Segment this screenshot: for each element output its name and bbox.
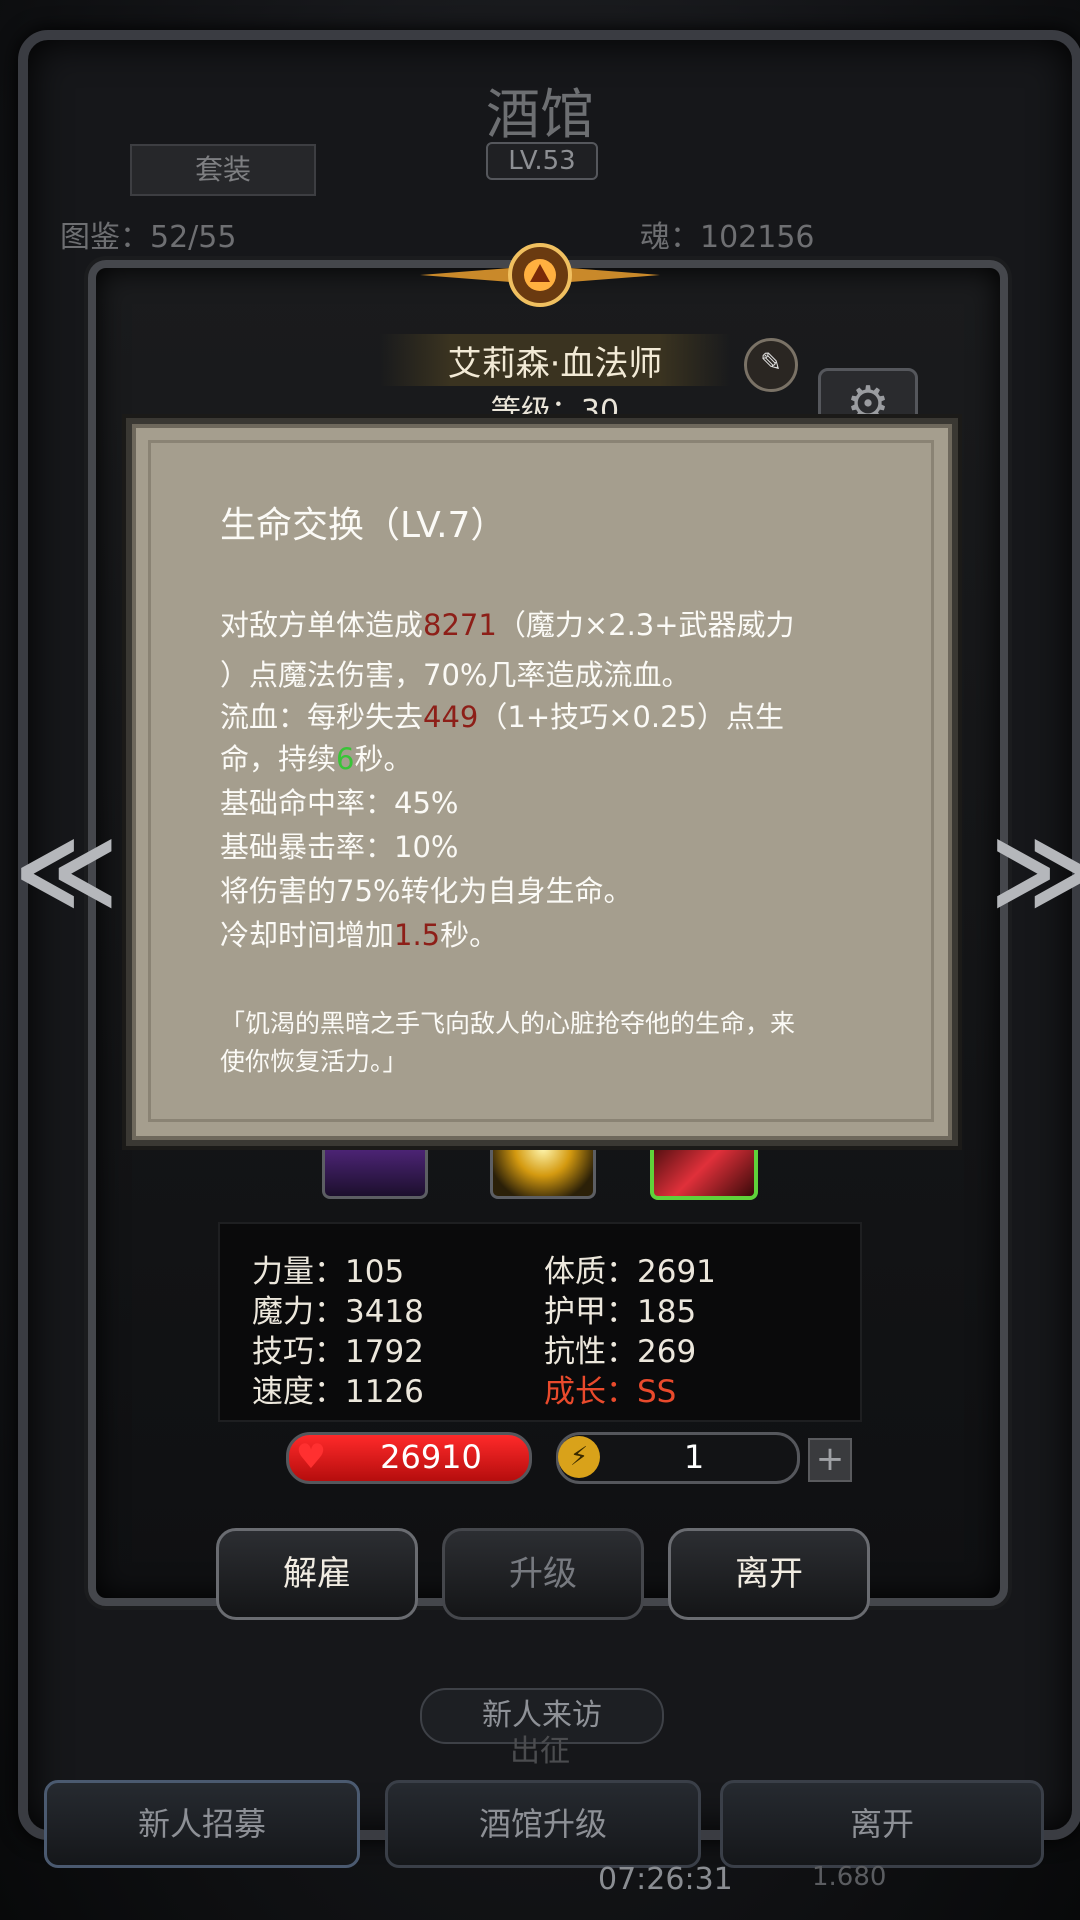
bleed-value: 449	[423, 700, 479, 734]
pencil-icon[interactable]: ✎	[744, 338, 798, 392]
skill-slot-2-icon[interactable]	[490, 1136, 596, 1199]
crest-emblem-icon	[420, 243, 660, 307]
heart-icon: ♥	[295, 1437, 327, 1477]
add-energy-button[interactable]: +	[808, 1438, 852, 1482]
skill-desc-text: 秒。	[354, 742, 413, 776]
stat-constitution: 体质：2691	[544, 1254, 716, 1290]
soul-count: 魂：102156	[640, 220, 815, 255]
lightning-icon: ⚡	[558, 1436, 600, 1478]
hp-value: 26910	[380, 1438, 482, 1476]
skill-desc-text: 秒。	[440, 918, 499, 952]
previous-hero-arrow-icon[interactable]: ≪	[14, 812, 119, 929]
secondary-counter: 1.680	[812, 1862, 887, 1892]
skill-desc-line-6: 基础暴击率：10%	[220, 830, 459, 864]
collection-count: 图鉴：52/55	[60, 220, 237, 255]
duration-value: 6	[336, 742, 355, 776]
set-tab[interactable]: 套装	[130, 144, 316, 196]
stat-armor: 护甲：185	[544, 1294, 697, 1330]
skill-desc-text: 命，持续	[220, 742, 337, 776]
stat-growth: 成长：SS	[544, 1374, 677, 1410]
skill-desc-line-8: 冷却时间增加1.5秒。	[220, 912, 498, 954]
tavern-leave-button[interactable]: 离开	[720, 1780, 1044, 1868]
skill-desc-line-1: 对敌方单体造成8271（魔力×2.3+武器威力	[220, 602, 795, 644]
skill-title: 生命交换（LV.7）	[220, 505, 507, 546]
expedition-label: 出征	[510, 1734, 570, 1769]
recruit-button[interactable]: 新人招募	[44, 1780, 360, 1868]
skill-desc-text: 对敌方单体造成	[220, 608, 424, 642]
leave-button[interactable]: 离开	[668, 1528, 870, 1620]
dismiss-button[interactable]: 解雇	[216, 1528, 418, 1620]
skill-desc-line-7: 将伤害的75%转化为自身生命。	[220, 874, 633, 908]
skill-flavor-line-1: 「饥渴的黑暗之手飞向敌人的心脏抢夺他的生命，来	[220, 1009, 796, 1038]
stat-speed: 速度：1126	[252, 1374, 424, 1410]
skill-desc-line-4: 命，持续6秒。	[220, 736, 412, 778]
next-hero-arrow-icon[interactable]: ≫	[990, 812, 1080, 929]
skill-flavor-line-2: 使你恢复活力。」	[220, 1047, 408, 1076]
tavern-upgrade-button[interactable]: 酒馆升级	[385, 1780, 701, 1868]
skill-desc-line-2: ）点魔法伤害，70%几率造成流血。	[220, 658, 691, 692]
stat-skill: 技巧：1792	[252, 1334, 424, 1370]
level-up-button[interactable]: 升级	[442, 1528, 644, 1620]
damage-value: 8271	[423, 608, 497, 642]
skill-slot-3-icon-selected[interactable]	[650, 1136, 758, 1200]
stat-strength: 力量：105	[252, 1254, 405, 1290]
tavern-level-badge: LV.53	[486, 142, 598, 180]
skill-desc-text: 流血：每秒失去	[220, 700, 424, 734]
stat-magic: 魔力：3418	[252, 1294, 424, 1330]
skill-desc-line-5: 基础命中率：45%	[220, 786, 459, 820]
skill-slot-1-icon[interactable]	[322, 1136, 428, 1199]
skill-desc-text: （魔力×2.3+武器威力	[496, 608, 795, 642]
skill-desc-text: 冷却时间增加	[220, 918, 395, 952]
energy-value: 1	[683, 1438, 705, 1476]
countdown-timer: 07:26:31	[598, 1862, 733, 1897]
skill-desc-line-3: 流血：每秒失去449（1+技巧×0.25）点生	[220, 694, 784, 736]
skill-desc-text: （1+技巧×0.25）点生	[478, 700, 784, 734]
stat-resistance: 抗性：269	[544, 1334, 697, 1370]
cooldown-value: 1.5	[394, 918, 441, 952]
hero-name: 艾莉森·血法师	[447, 344, 663, 384]
tavern-title: 酒馆	[486, 83, 594, 146]
